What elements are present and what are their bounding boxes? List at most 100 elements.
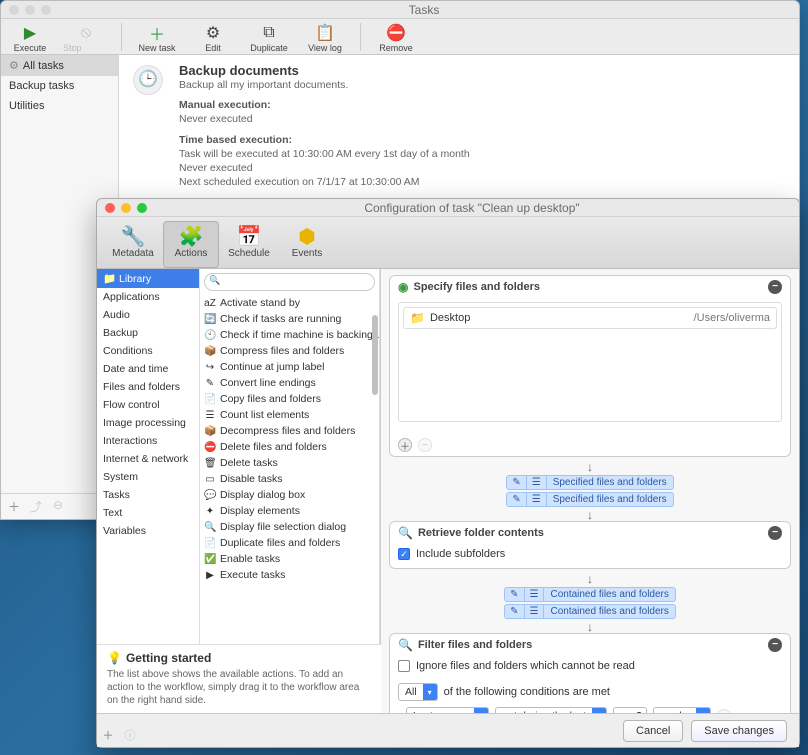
category-files-and-folders[interactable]: Files and folders bbox=[97, 378, 199, 396]
category-system[interactable]: System bbox=[97, 468, 199, 486]
value-input[interactable] bbox=[613, 707, 647, 713]
category-tasks[interactable]: Tasks bbox=[97, 486, 199, 504]
category-interactions[interactable]: Interactions bbox=[97, 432, 199, 450]
scrollbar[interactable] bbox=[372, 315, 378, 395]
task-backup-documents[interactable]: 🕒 Backup documents Backup all my importa… bbox=[119, 55, 799, 200]
workflow-area[interactable]: ◉ Specify files and folders − 📁 Desktop … bbox=[381, 269, 799, 713]
minimize-icon[interactable] bbox=[25, 5, 35, 15]
plus-icon: ＋ bbox=[147, 23, 167, 43]
quantifier-select[interactable]: All▾ bbox=[398, 683, 438, 701]
remove-icon: ⛔ bbox=[386, 23, 406, 43]
connector-pill[interactable]: ✎ ☰ Contained files and folders bbox=[504, 587, 676, 602]
action-item[interactable]: ✦Display elements bbox=[200, 503, 379, 519]
tab-events[interactable]: ⬢ Events bbox=[279, 221, 335, 268]
category-flow-control[interactable]: Flow control bbox=[97, 396, 199, 414]
ignore-unreadable-checkbox[interactable]: Ignore files and folders which cannot be… bbox=[398, 660, 782, 672]
collapse-button[interactable]: − bbox=[768, 526, 782, 540]
execute-button[interactable]: ▶ Execute bbox=[7, 23, 53, 53]
connector-pill[interactable]: ✎ ☰ Contained files and folders bbox=[504, 604, 676, 619]
cancel-button[interactable]: Cancel bbox=[623, 720, 683, 742]
edit-button[interactable]: ⚙ Edit bbox=[190, 23, 236, 53]
remove-file-button: − bbox=[418, 438, 432, 452]
list-icon: ☰ bbox=[525, 605, 545, 618]
duplicate-button[interactable]: ⧉ Duplicate bbox=[246, 23, 292, 53]
action-item[interactable]: 📦Compress files and folders bbox=[200, 343, 379, 359]
clipboard-icon: 📋 bbox=[315, 23, 335, 43]
collapse-button[interactable]: − bbox=[768, 280, 782, 294]
close-icon[interactable] bbox=[9, 5, 19, 15]
remove-category-button[interactable]: ⊖ bbox=[51, 498, 65, 515]
minimize-icon[interactable] bbox=[121, 203, 131, 213]
action-icon: 📄 bbox=[204, 394, 216, 405]
arrow-icon: ↓ bbox=[389, 509, 791, 521]
action-icon: 💬 bbox=[204, 490, 216, 501]
action-icon: 🔄 bbox=[204, 314, 216, 325]
category-text[interactable]: Text bbox=[97, 504, 199, 522]
action-item[interactable]: 📄Duplicate files and folders bbox=[200, 535, 379, 551]
new-task-button[interactable]: ＋ New task bbox=[134, 23, 180, 53]
sidebar-item-all-tasks[interactable]: ⚙ All tasks bbox=[1, 55, 118, 76]
separator bbox=[121, 23, 122, 51]
include-subfolders-checkbox[interactable]: ✓ Include subfolders bbox=[398, 548, 782, 560]
action-item[interactable]: ▶Execute tasks bbox=[200, 567, 379, 583]
tab-metadata[interactable]: 🔧 Metadata bbox=[105, 221, 161, 268]
action-item[interactable]: 🕙Check if time machine is backing up dat bbox=[200, 327, 379, 343]
category-variables[interactable]: Variables bbox=[97, 522, 199, 540]
remove-button[interactable]: ⛔ Remove bbox=[373, 23, 419, 53]
unit-select[interactable]: weeks▾ bbox=[653, 707, 711, 713]
search-input[interactable] bbox=[204, 273, 375, 291]
file-row[interactable]: 📁 Desktop /Users/oliverma bbox=[403, 307, 777, 329]
category-image-processing[interactable]: Image processing bbox=[97, 414, 199, 432]
clock-icon: 🕒 bbox=[133, 65, 163, 95]
category-backup[interactable]: Backup bbox=[97, 324, 199, 342]
info-button[interactable]: ⓘ bbox=[123, 727, 137, 743]
operator-select[interactable]: not during the last▾ bbox=[495, 707, 606, 713]
action-item[interactable]: 🗑Delete tasks bbox=[200, 455, 379, 471]
collapse-button[interactable]: − bbox=[768, 638, 782, 652]
sidebar-item-backup-tasks[interactable]: Backup tasks bbox=[1, 76, 118, 96]
add-button[interactable]: ＋ bbox=[7, 498, 21, 515]
zoom-icon[interactable] bbox=[41, 5, 51, 15]
action-item[interactable]: ⛔Delete files and folders bbox=[200, 439, 379, 455]
tab-schedule[interactable]: 📅 Schedule bbox=[221, 221, 277, 268]
category-applications[interactable]: Applications bbox=[97, 288, 199, 306]
connector-pill[interactable]: ✎ ☰ Specified files and folders bbox=[506, 492, 673, 507]
action-list[interactable]: aZActivate stand by🔄Check if tasks are r… bbox=[200, 295, 379, 644]
add-action-button[interactable]: ＋ bbox=[101, 727, 115, 743]
remove-condition-button[interactable]: − bbox=[717, 709, 731, 713]
action-icon: 🗑 bbox=[204, 458, 216, 469]
close-icon[interactable] bbox=[105, 203, 115, 213]
category-conditions[interactable]: Conditions bbox=[97, 342, 199, 360]
connector-pill[interactable]: ✎ ☰ Specified files and folders bbox=[506, 475, 673, 490]
action-item[interactable]: 🔄Check if tasks are running bbox=[200, 311, 379, 327]
category-audio[interactable]: Audio bbox=[97, 306, 199, 324]
actions-column: aZActivate stand by🔄Check if tasks are r… bbox=[200, 269, 380, 644]
share-button[interactable]: ⤴ bbox=[29, 498, 43, 515]
action-icon: 🔍 bbox=[204, 522, 216, 533]
save-button[interactable]: Save changes bbox=[691, 720, 787, 742]
category-date-and-time[interactable]: Date and time bbox=[97, 360, 199, 378]
action-item[interactable]: 📦Decompress files and folders bbox=[200, 423, 379, 439]
action-icon: aZ bbox=[204, 298, 216, 309]
action-item[interactable]: aZActivate stand by bbox=[200, 295, 379, 311]
zoom-icon[interactable] bbox=[137, 203, 147, 213]
lightbulb-icon: 💡 bbox=[107, 651, 122, 665]
action-item[interactable]: ✎Convert line endings bbox=[200, 375, 379, 391]
action-item[interactable]: ↪Continue at jump label bbox=[200, 359, 379, 375]
folder-icon: 📁 bbox=[410, 311, 425, 325]
help-panel: 💡Getting started The list above shows th… bbox=[97, 644, 381, 713]
add-file-button[interactable]: ＋ bbox=[398, 438, 412, 452]
category-internet-network[interactable]: Internet & network bbox=[97, 450, 199, 468]
action-item[interactable]: ▭Disable tasks bbox=[200, 471, 379, 487]
category-library[interactable]: Library bbox=[97, 269, 199, 288]
action-item[interactable]: 💬Display dialog box bbox=[200, 487, 379, 503]
field-select[interactable]: Last access▾ bbox=[406, 707, 489, 713]
action-item[interactable]: ☰Count list elements bbox=[200, 407, 379, 423]
action-item[interactable]: 📄Copy files and folders bbox=[200, 391, 379, 407]
action-item[interactable]: 🔍Display file selection dialog bbox=[200, 519, 379, 535]
view-log-button[interactable]: 📋 View log bbox=[302, 23, 348, 53]
action-item[interactable]: ✅Enable tasks bbox=[200, 551, 379, 567]
sidebar-item-utilities[interactable]: Utilities bbox=[1, 96, 118, 116]
tab-actions[interactable]: 🧩 Actions bbox=[163, 221, 219, 268]
config-dialog: Configuration of task "Clean up desktop"… bbox=[96, 198, 800, 748]
